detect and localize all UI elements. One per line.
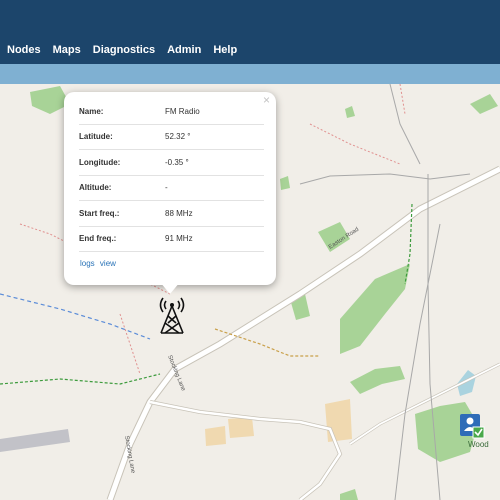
nav-maps[interactable]: Maps: [53, 44, 81, 56]
node-info-popup: × Name: FM Radio Latitude: 52.32 ° Longi…: [64, 92, 276, 294]
node-marker-icon[interactable]: [459, 413, 485, 441]
row-end-freq: End freq.: 91 MHz: [79, 227, 264, 252]
popup-pointer: [160, 282, 180, 294]
row-name: Name: FM Radio: [79, 99, 264, 125]
node-info-table: Name: FM Radio Latitude: 52.32 ° Longitu…: [79, 99, 264, 252]
nav-nodes[interactable]: Nodes: [7, 44, 41, 56]
row-altitude: Altitude: -: [79, 176, 264, 201]
label-altitude: Altitude:: [79, 183, 112, 193]
top-navbar: Nodes Maps Diagnostics Admin Help: [0, 0, 500, 64]
nav-admin[interactable]: Admin: [167, 44, 201, 56]
row-start-freq: Start freq.: 88 MHz: [79, 201, 264, 227]
nav-diagnostics[interactable]: Diagnostics: [93, 44, 155, 56]
label-end-freq: End freq.:: [79, 234, 117, 244]
label-start-freq: Start freq.:: [79, 208, 120, 218]
nav-help[interactable]: Help: [213, 44, 237, 56]
value-latitude: 52.32 °: [165, 132, 191, 142]
logs-link[interactable]: logs: [80, 259, 95, 268]
view-link[interactable]: view: [100, 259, 116, 268]
value-name: FM Radio: [165, 106, 200, 116]
close-icon[interactable]: ×: [263, 93, 270, 107]
label-longitude: Longitude:: [79, 157, 121, 167]
row-latitude: Latitude: 52.32 °: [79, 125, 264, 150]
sub-header-bar: [0, 64, 500, 84]
value-longitude: -0.35 °: [165, 157, 189, 167]
value-altitude: -: [165, 183, 168, 193]
row-longitude: Longitude: -0.35 °: [79, 150, 264, 176]
popup-links: logs view: [80, 259, 119, 268]
value-end-freq: 91 MHz: [165, 234, 193, 244]
radio-tower-icon[interactable]: [157, 296, 187, 341]
label-latitude: Latitude:: [79, 132, 113, 142]
label-name: Name:: [79, 106, 104, 116]
main-nav: Nodes Maps Diagnostics Admin Help: [0, 44, 242, 56]
value-start-freq: 88 MHz: [165, 208, 193, 218]
